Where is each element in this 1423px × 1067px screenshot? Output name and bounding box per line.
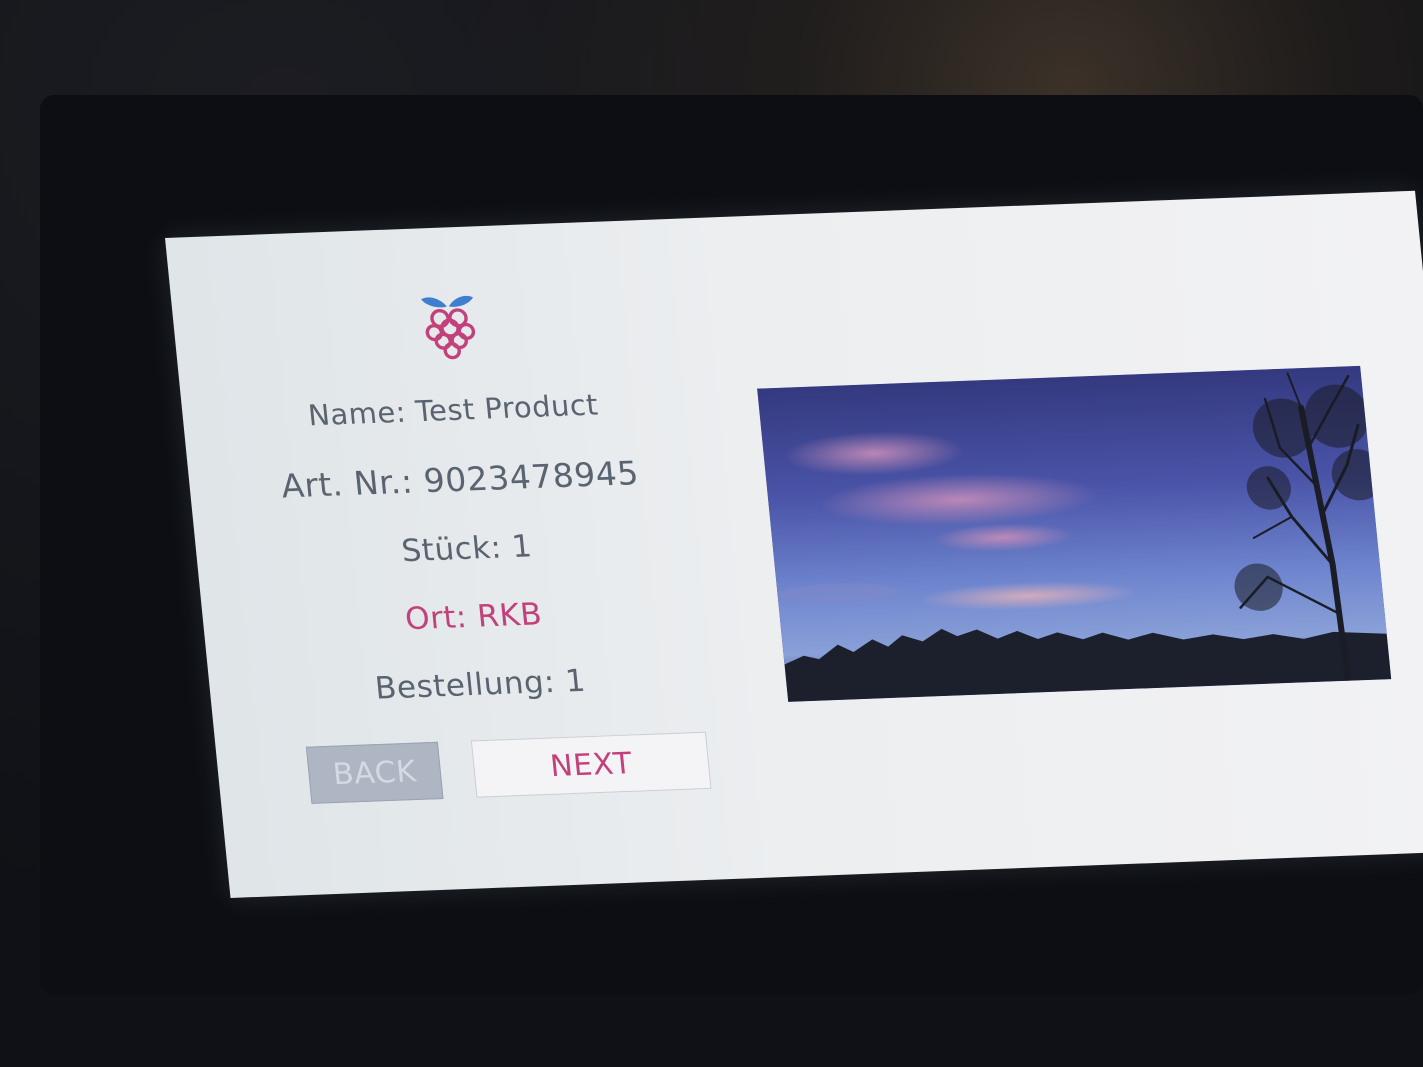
product-image xyxy=(757,365,1392,702)
back-button[interactable]: BACK xyxy=(305,741,444,804)
article-number: Art. Nr.: 9023478945 xyxy=(279,453,641,506)
next-button[interactable]: NEXT xyxy=(470,731,712,798)
app-screen: Name: Test Product Art. Nr.: 9023478945 … xyxy=(165,190,1423,898)
raspberry-icon xyxy=(416,288,483,363)
location: Ort: RKB xyxy=(403,596,544,638)
photo-background: Name: Test Product Art. Nr.: 9023478945 … xyxy=(0,0,1423,1067)
order-count: Bestellung: 1 xyxy=(373,663,588,707)
product-name: Name: Test Product xyxy=(306,387,600,433)
quantity: Stück: 1 xyxy=(399,528,534,570)
